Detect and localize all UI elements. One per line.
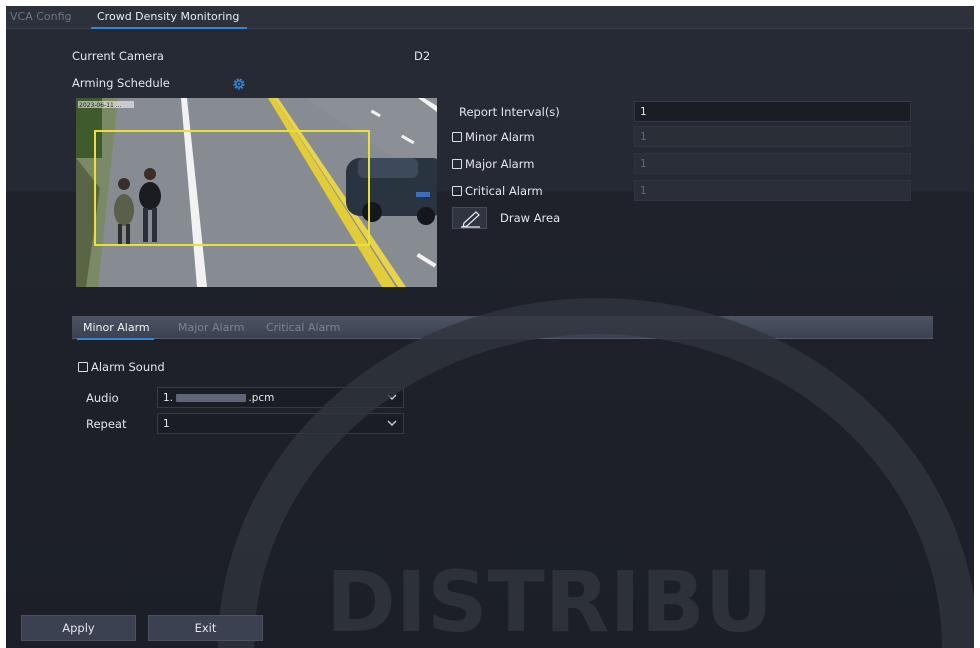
major-alarm-checkbox[interactable]: Major Alarm bbox=[452, 157, 534, 171]
minor-alarm-checkbox[interactable]: Minor Alarm bbox=[452, 130, 535, 144]
watermark-text: DISTRIBU bbox=[326, 553, 773, 648]
audio-filename-blurred bbox=[176, 394, 247, 402]
audio-select[interactable]: 1. .pcm bbox=[157, 387, 404, 408]
active-subtab-indicator bbox=[77, 338, 154, 340]
active-tab-indicator bbox=[91, 27, 248, 29]
audio-label: Audio bbox=[86, 391, 119, 405]
minor-alarm-threshold-input: 1 bbox=[634, 126, 911, 147]
tab-critical-alarm[interactable]: Critical Alarm bbox=[266, 321, 340, 334]
draw-area-button[interactable] bbox=[452, 207, 487, 229]
gear-icon[interactable] bbox=[232, 77, 246, 91]
critical-alarm-checkbox[interactable]: Critical Alarm bbox=[452, 184, 543, 198]
current-camera-value: D2 bbox=[414, 49, 431, 63]
arming-schedule-label: Arming Schedule bbox=[72, 76, 170, 90]
checkbox-box[interactable] bbox=[452, 159, 462, 169]
pencil-icon bbox=[461, 211, 480, 228]
camera-preview-image: 2023-06-11 ... bbox=[76, 98, 437, 287]
tab-crowd-density-monitoring[interactable]: Crowd Density Monitoring bbox=[91, 10, 248, 29]
repeat-select[interactable]: 1 bbox=[157, 413, 404, 434]
major-alarm-threshold-input: 1 bbox=[634, 153, 911, 174]
tab-vca-config[interactable]: VCA Config bbox=[10, 10, 72, 23]
chevron-down-icon bbox=[387, 394, 397, 400]
apply-button[interactable]: Apply bbox=[21, 615, 136, 641]
draw-area-label: Draw Area bbox=[500, 211, 561, 225]
tab-minor-alarm[interactable]: Minor Alarm bbox=[77, 321, 154, 340]
preview-timestamp: 2023-06-11 ... bbox=[79, 102, 122, 109]
top-tab-bar: VCA Config Crowd Density Monitoring bbox=[6, 6, 974, 29]
repeat-label: Repeat bbox=[86, 417, 127, 431]
checkbox-box[interactable] bbox=[452, 132, 462, 142]
tab-major-alarm[interactable]: Major Alarm bbox=[178, 321, 244, 334]
critical-alarm-threshold-input: 1 bbox=[634, 180, 911, 201]
report-interval-input[interactable]: 1 bbox=[634, 101, 911, 122]
checkbox-box[interactable] bbox=[452, 186, 462, 196]
alarm-level-tabs: Minor Alarm Major Alarm Critical Alarm bbox=[72, 316, 933, 340]
alarm-sound-checkbox[interactable]: Alarm Sound bbox=[78, 360, 165, 374]
checkbox-box[interactable] bbox=[78, 362, 88, 372]
chevron-down-icon bbox=[387, 420, 397, 426]
camera-preview[interactable]: 2023-06-11 ... bbox=[76, 98, 437, 287]
report-interval-label: Report Interval(s) bbox=[459, 105, 560, 119]
exit-button[interactable]: Exit bbox=[148, 615, 263, 641]
crowd-density-window: VCA Config Crowd Density Monitoring Curr… bbox=[6, 6, 974, 648]
current-camera-label: Current Camera bbox=[72, 49, 164, 63]
